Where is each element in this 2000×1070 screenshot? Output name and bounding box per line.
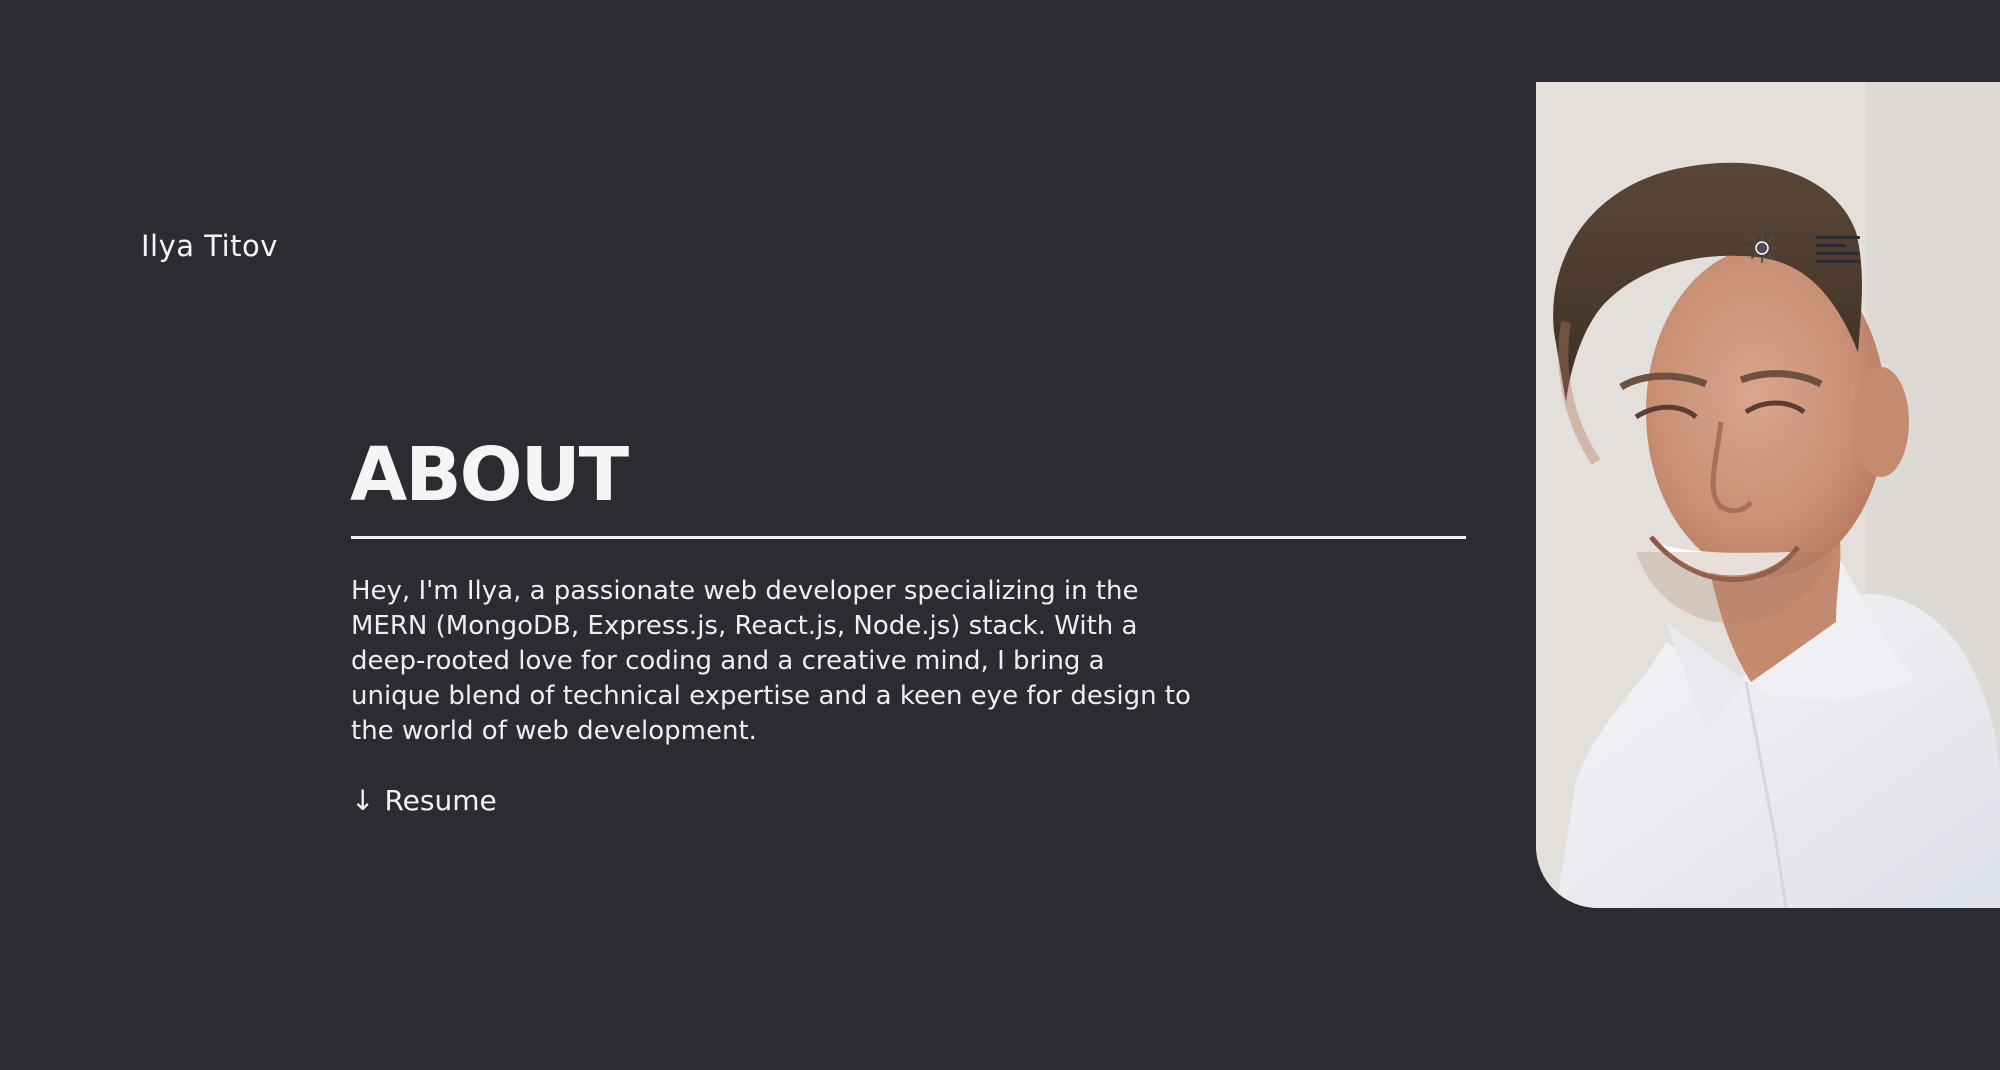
page-title: ABOUT: [350, 432, 629, 518]
sun-icon: [1747, 233, 1777, 263]
site-logo[interactable]: Ilya Titov: [141, 229, 278, 263]
hamburger-menu-icon[interactable]: [1816, 236, 1862, 263]
theme-toggle-button[interactable]: [1744, 232, 1780, 264]
title-divider: [351, 536, 1466, 539]
resume-label: Resume: [384, 784, 497, 817]
profile-photo: [1536, 82, 2000, 908]
resume-download-link[interactable]: ↓ Resume: [351, 784, 497, 817]
about-page: Ilya Titov ABOUT Hey, I'm Ilya, a passio…: [0, 0, 2000, 1070]
bio-text: Hey, I'm Ilya, a passionate web develope…: [351, 576, 1191, 746]
portrait-illustration: [1536, 82, 2000, 908]
arrow-down-icon: ↓: [351, 783, 375, 817]
